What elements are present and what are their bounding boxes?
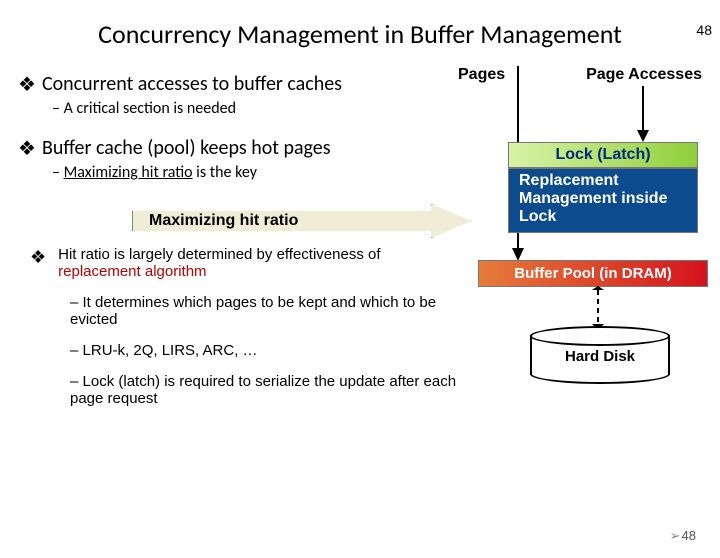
page-number-bottom: 48 [670,528,696,544]
diamond-icon: ❖ [18,72,36,97]
bullet-text: Concurrent accesses to buffer caches [42,72,342,97]
subbullet-lock-required: Lock (latch) is required to serialize th… [70,373,458,407]
bullet-text: Hit ratio is largely determined by effec… [58,246,458,280]
bullet-concurrent: ❖ Concurrent accesses to buffer caches [18,72,438,97]
maximizing-arrow: Maximizing hit ratio [132,204,472,238]
bullet-hit-ratio: ❖ Hit ratio is largely determined by eff… [30,246,458,280]
red-text: replacement algorithm [58,263,206,280]
diagram-area: Pages Page Accesses Lock (Latch) Replace… [438,66,702,407]
plain-text: is the key [193,163,257,182]
subbullet-determines: It determines which pages to be kept and… [70,294,458,328]
subbullet-algorithms: LRU-k, 2Q, LIRS, ARC, … [70,342,458,359]
lock-box: Lock (Latch) [508,142,698,168]
page-number-top: 48 [696,22,712,38]
plain-text: Hit ratio is largely determined by effec… [58,246,380,263]
slide-title: Concurrency Management in Buffer Managem… [0,18,720,50]
subbullet-critical-section: A critical section is needed [52,99,438,118]
page-accesses-arrow-icon [633,86,653,142]
hard-disk-icon: Hard Disk [530,326,670,384]
pool-to-disk-arrow-icon [588,286,608,330]
subbullet-maximizing: Maximizing hit ratio is the key [52,163,438,182]
maximizing-arrow-label: Maximizing hit ratio [149,212,298,230]
bullet-buffer-cache: ❖ Buffer cache (pool) keeps hot pages [18,136,438,161]
buffer-pool-box: Buffer Pool (in DRAM) [478,260,708,287]
underlined-text: Maximizing hit ratio [64,163,193,182]
bullet-text: Buffer cache (pool) keeps hot pages [42,136,331,161]
pages-label: Pages [458,66,505,84]
hard-disk-label: Hard Disk [530,348,670,365]
diamond-icon: ❖ [30,246,46,280]
diamond-icon: ❖ [18,136,36,161]
replacement-box: Replacement Management inside Lock [508,168,698,233]
page-accesses-label: Page Accesses [586,66,702,84]
